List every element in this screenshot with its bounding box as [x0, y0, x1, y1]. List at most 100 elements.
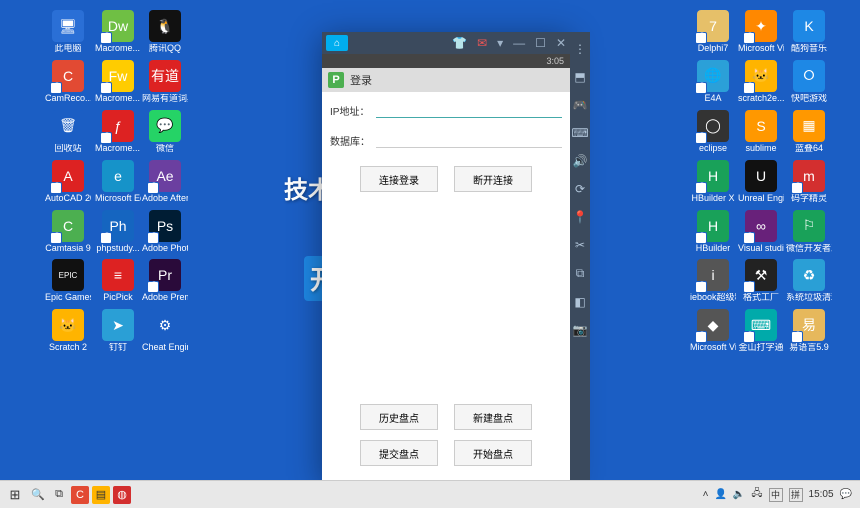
tray-ime1[interactable]: 中: [769, 488, 783, 502]
tray-clock[interactable]: 15:05: [809, 489, 834, 500]
desktop-icon[interactable]: ♻系统垃圾清理器: [786, 259, 832, 303]
tray-network-icon[interactable]: 🖧: [751, 486, 762, 503]
tray-notification-icon[interactable]: 💬: [840, 489, 852, 500]
desktop-icon[interactable]: CCamReco...: [45, 60, 91, 104]
desktop-icon[interactable]: PsAdobe Photosh...: [142, 210, 188, 254]
desktop-icon[interactable]: 7Delphi7: [690, 10, 736, 54]
dropdown-icon[interactable]: ▾: [497, 36, 503, 50]
shield-icon: [50, 82, 62, 94]
start-button[interactable]: 开始盘点: [454, 440, 532, 466]
new-button[interactable]: 新建盘点: [454, 404, 532, 430]
mail-icon[interactable]: ✉: [477, 36, 487, 50]
scissors-icon[interactable]: ✂: [575, 238, 585, 252]
keyboard-icon[interactable]: ⌨: [571, 126, 588, 140]
desktop-icon[interactable]: ⚙Cheat Engine: [142, 309, 188, 353]
desktop-icon-label: Unreal Engine: [738, 194, 784, 204]
desktop-icon[interactable]: 有道网易有道词典: [142, 60, 188, 104]
emulator-home-icon[interactable]: ⌂: [326, 35, 348, 51]
tray-people-icon[interactable]: 👤: [714, 489, 726, 500]
desktop-icon[interactable]: ≡PicPick: [95, 259, 141, 303]
location-icon[interactable]: 📍: [573, 210, 588, 224]
history-button[interactable]: 历史盘点: [360, 404, 438, 430]
desktop-icon[interactable]: 🖥此电脑: [45, 10, 91, 54]
screenshot-icon[interactable]: ⧉: [576, 266, 585, 281]
submit-button[interactable]: 提交盘点: [360, 440, 438, 466]
shield-icon: [100, 82, 112, 94]
desktop-icon[interactable]: 易易语言5.9: [786, 309, 832, 353]
desktop-icon[interactable]: ▦蓝叠64: [786, 110, 832, 154]
desktop-icon[interactable]: PrAdobe Premier...: [142, 259, 188, 303]
desktop-icon[interactable]: ⚒格式工厂: [738, 259, 784, 303]
app-icon: K: [793, 10, 825, 42]
desktop-icon[interactable]: ⌨金山打字通: [738, 309, 784, 353]
desktop-icon[interactable]: ƒMacrome... Flash 8: [95, 110, 141, 154]
emulator-titlebar[interactable]: ⌂ 👕 ✉ ▾ — ☐ ✕: [322, 32, 570, 54]
desktop-icon[interactable]: FwMacrome... Fireworks 8: [95, 60, 141, 104]
task-app-icon[interactable]: ▤: [92, 486, 110, 504]
desktop-icon-label: Visual studio 2015: [738, 244, 784, 254]
record-icon[interactable]: ◧: [574, 295, 585, 309]
gamepad-icon[interactable]: 🎮: [573, 98, 588, 112]
shirt-icon[interactable]: 👕: [452, 36, 467, 50]
desktop-icon-label: 微信开发者工具: [786, 244, 832, 254]
app-icon: Dw: [102, 10, 134, 42]
tray-chevron-icon[interactable]: ˄: [703, 489, 709, 500]
desktop-icon[interactable]: HHBuilder X: [690, 160, 736, 204]
desktop-icon[interactable]: 🗑回收站: [45, 110, 91, 154]
desktop-icon[interactable]: ➤钉钉: [95, 309, 141, 353]
desktop-icon[interactable]: iiebook超级精灵: [690, 259, 736, 303]
close-button[interactable]: ✕: [556, 36, 566, 50]
desktop-icon[interactable]: eMicrosoft Edge: [95, 160, 141, 204]
desktop-icon[interactable]: AAutoCAD 2007 - S...: [45, 160, 91, 204]
task-camrec-icon[interactable]: C: [71, 486, 89, 504]
app-icon: ∞: [745, 210, 777, 242]
maximize-button[interactable]: ☐: [535, 36, 546, 50]
rotate-icon[interactable]: ⟳: [575, 182, 585, 196]
desktop-icon[interactable]: AeAdobe After Effects CC ...: [142, 160, 188, 204]
connect-button[interactable]: 连接登录: [360, 166, 438, 192]
task-app2-icon[interactable]: ◍: [113, 486, 131, 504]
desktop-icon-label: 金山打字通: [738, 343, 783, 353]
desktop-icon[interactable]: ✦Microsoft Visual C+...: [738, 10, 784, 54]
desktop-icon[interactable]: ◆Microsoft Visual Bas...: [690, 309, 736, 353]
desktop-icon[interactable]: 🐧腾讯QQ: [142, 10, 188, 54]
desktop-icon[interactable]: CCamtasia 9: [45, 210, 91, 254]
task-search-icon[interactable]: 🔍: [29, 486, 47, 504]
desktop-icon[interactable]: ⭘快吧游戏: [786, 60, 832, 104]
db-input[interactable]: [376, 132, 562, 148]
disconnect-button[interactable]: 断开连接: [454, 166, 532, 192]
start-button[interactable]: ⊞: [4, 484, 26, 506]
desktop-icon[interactable]: Dw Macrome... Dreamwe...: [95, 10, 141, 54]
desktop-icon[interactable]: 💬微信: [142, 110, 188, 154]
desktop-icon[interactable]: m码字精灵: [786, 160, 832, 204]
desktop-icon[interactable]: ◯eclipse: [690, 110, 736, 154]
desktop-icon[interactable]: 🌐E4A: [690, 60, 736, 104]
desktop-icon-label: Macrome... Dreamwe...: [95, 44, 141, 54]
desktop-icon[interactable]: UUnreal Engine: [738, 160, 784, 204]
ip-input[interactable]: [376, 102, 562, 118]
desktop-icon[interactable]: 🐱Scratch 2: [45, 309, 91, 353]
taskbar[interactable]: ⊞ 🔍 ⧉ C ▤ ◍ ˄ 👤 🔈 🖧 中 拼 15:05 💬: [0, 480, 860, 508]
tray-volume-icon[interactable]: 🔈: [733, 489, 745, 500]
desktop-icon[interactable]: EPICEpic Games Launcher: [45, 259, 91, 303]
volume-icon[interactable]: 🔊: [573, 154, 588, 168]
desktop-icon[interactable]: ∞ Visual studio 2015: [738, 210, 784, 254]
minimize-button[interactable]: —: [513, 36, 525, 50]
desktop-icon[interactable]: HHBuilder: [690, 210, 736, 254]
desktop-icon[interactable]: Phphpstudy...: [95, 210, 141, 254]
desktop-icon-label: Camtasia 9: [45, 244, 91, 254]
tray-ime2[interactable]: 拼: [789, 488, 803, 502]
desktop-icon-label: 格式工厂: [743, 293, 779, 303]
desktop-icon-label: 微信: [156, 144, 174, 154]
shield-icon: [743, 32, 755, 44]
menu-icon[interactable]: ⋮: [574, 42, 586, 56]
camera-icon[interactable]: 📷: [573, 323, 588, 337]
desktop-icon[interactable]: 🐱scratch2e...: [738, 60, 784, 104]
desktop-icon[interactable]: K酷狗音乐: [786, 10, 832, 54]
task-view-icon[interactable]: ⧉: [50, 486, 68, 504]
desktop-icon[interactable]: ⚐微信开发者工具: [786, 210, 832, 254]
desktop-icon[interactable]: Ssublime: [738, 110, 784, 154]
app-icon: Pr: [149, 259, 181, 291]
install-icon[interactable]: ⬒: [574, 70, 585, 84]
desktop-icon-label: Scratch 2: [49, 343, 87, 353]
